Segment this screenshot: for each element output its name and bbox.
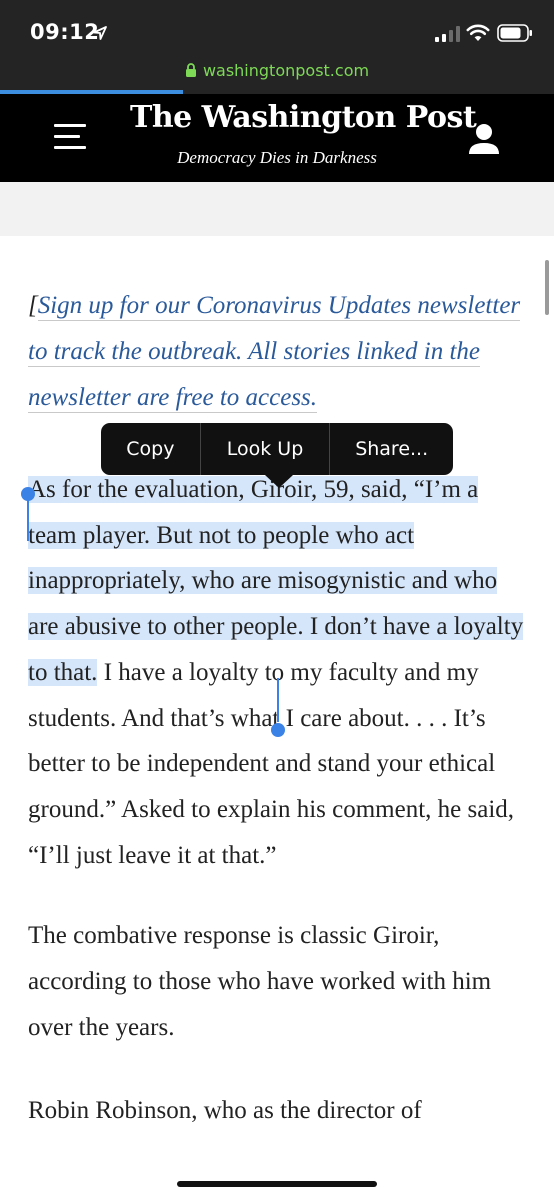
paragraph-text: I have a loyalty to my faculty and my st… <box>28 658 515 869</box>
selection-end-caret <box>277 678 279 722</box>
promo-bracket: [ <box>28 292 38 319</box>
scrollbar[interactable] <box>545 260 549 315</box>
site-header: The Washington Post Democracy Dies in Da… <box>0 94 554 182</box>
site-tagline: Democracy Dies in Darkness <box>177 148 377 167</box>
url-text: washingtonpost.com <box>202 61 370 80</box>
location-arrow-icon <box>93 26 107 40</box>
selected-text[interactable]: As for the evaluation, Giroir, 59, said,… <box>28 476 524 686</box>
newsletter-promo: [Sign up for our Coronavirus Updates new… <box>28 283 528 421</box>
menu-icon[interactable] <box>54 124 86 152</box>
text-selection-menu: Copy Look Up Share... <box>101 423 453 475</box>
status-bar: 09:12 <box>0 0 554 58</box>
newsletter-signup-link[interactable]: Sign up for our Coronavirus Updates news… <box>28 292 521 413</box>
menu-pointer-arrow <box>265 475 293 488</box>
home-indicator[interactable] <box>177 1181 377 1187</box>
ad-placeholder <box>0 182 554 236</box>
selection-end-handle[interactable] <box>271 723 285 737</box>
url-bar[interactable]: washingtonpost.com <box>0 58 554 90</box>
account-icon[interactable] <box>466 122 502 156</box>
share-menu-item[interactable]: Share... <box>329 423 453 475</box>
url-display[interactable]: washingtonpost.com <box>0 61 554 80</box>
site-logo[interactable]: The Washington Post <box>130 100 477 135</box>
selection-start-caret <box>27 497 29 541</box>
lock-icon <box>185 63 196 77</box>
status-time: 09:12 <box>30 20 100 44</box>
article-paragraph: As for the evaluation, Giroir, 59, said,… <box>28 467 528 878</box>
copy-menu-item[interactable]: Copy <box>101 423 200 475</box>
article-paragraph: The combative response is classic Giroir… <box>28 922 492 1041</box>
look-up-menu-item[interactable]: Look Up <box>199 423 330 475</box>
article-paragraph: Robin Robinson, who as the director of <box>28 1097 422 1125</box>
battery-icon <box>497 24 532 42</box>
wifi-icon <box>466 24 490 41</box>
cellular-signal-icon <box>435 26 460 42</box>
